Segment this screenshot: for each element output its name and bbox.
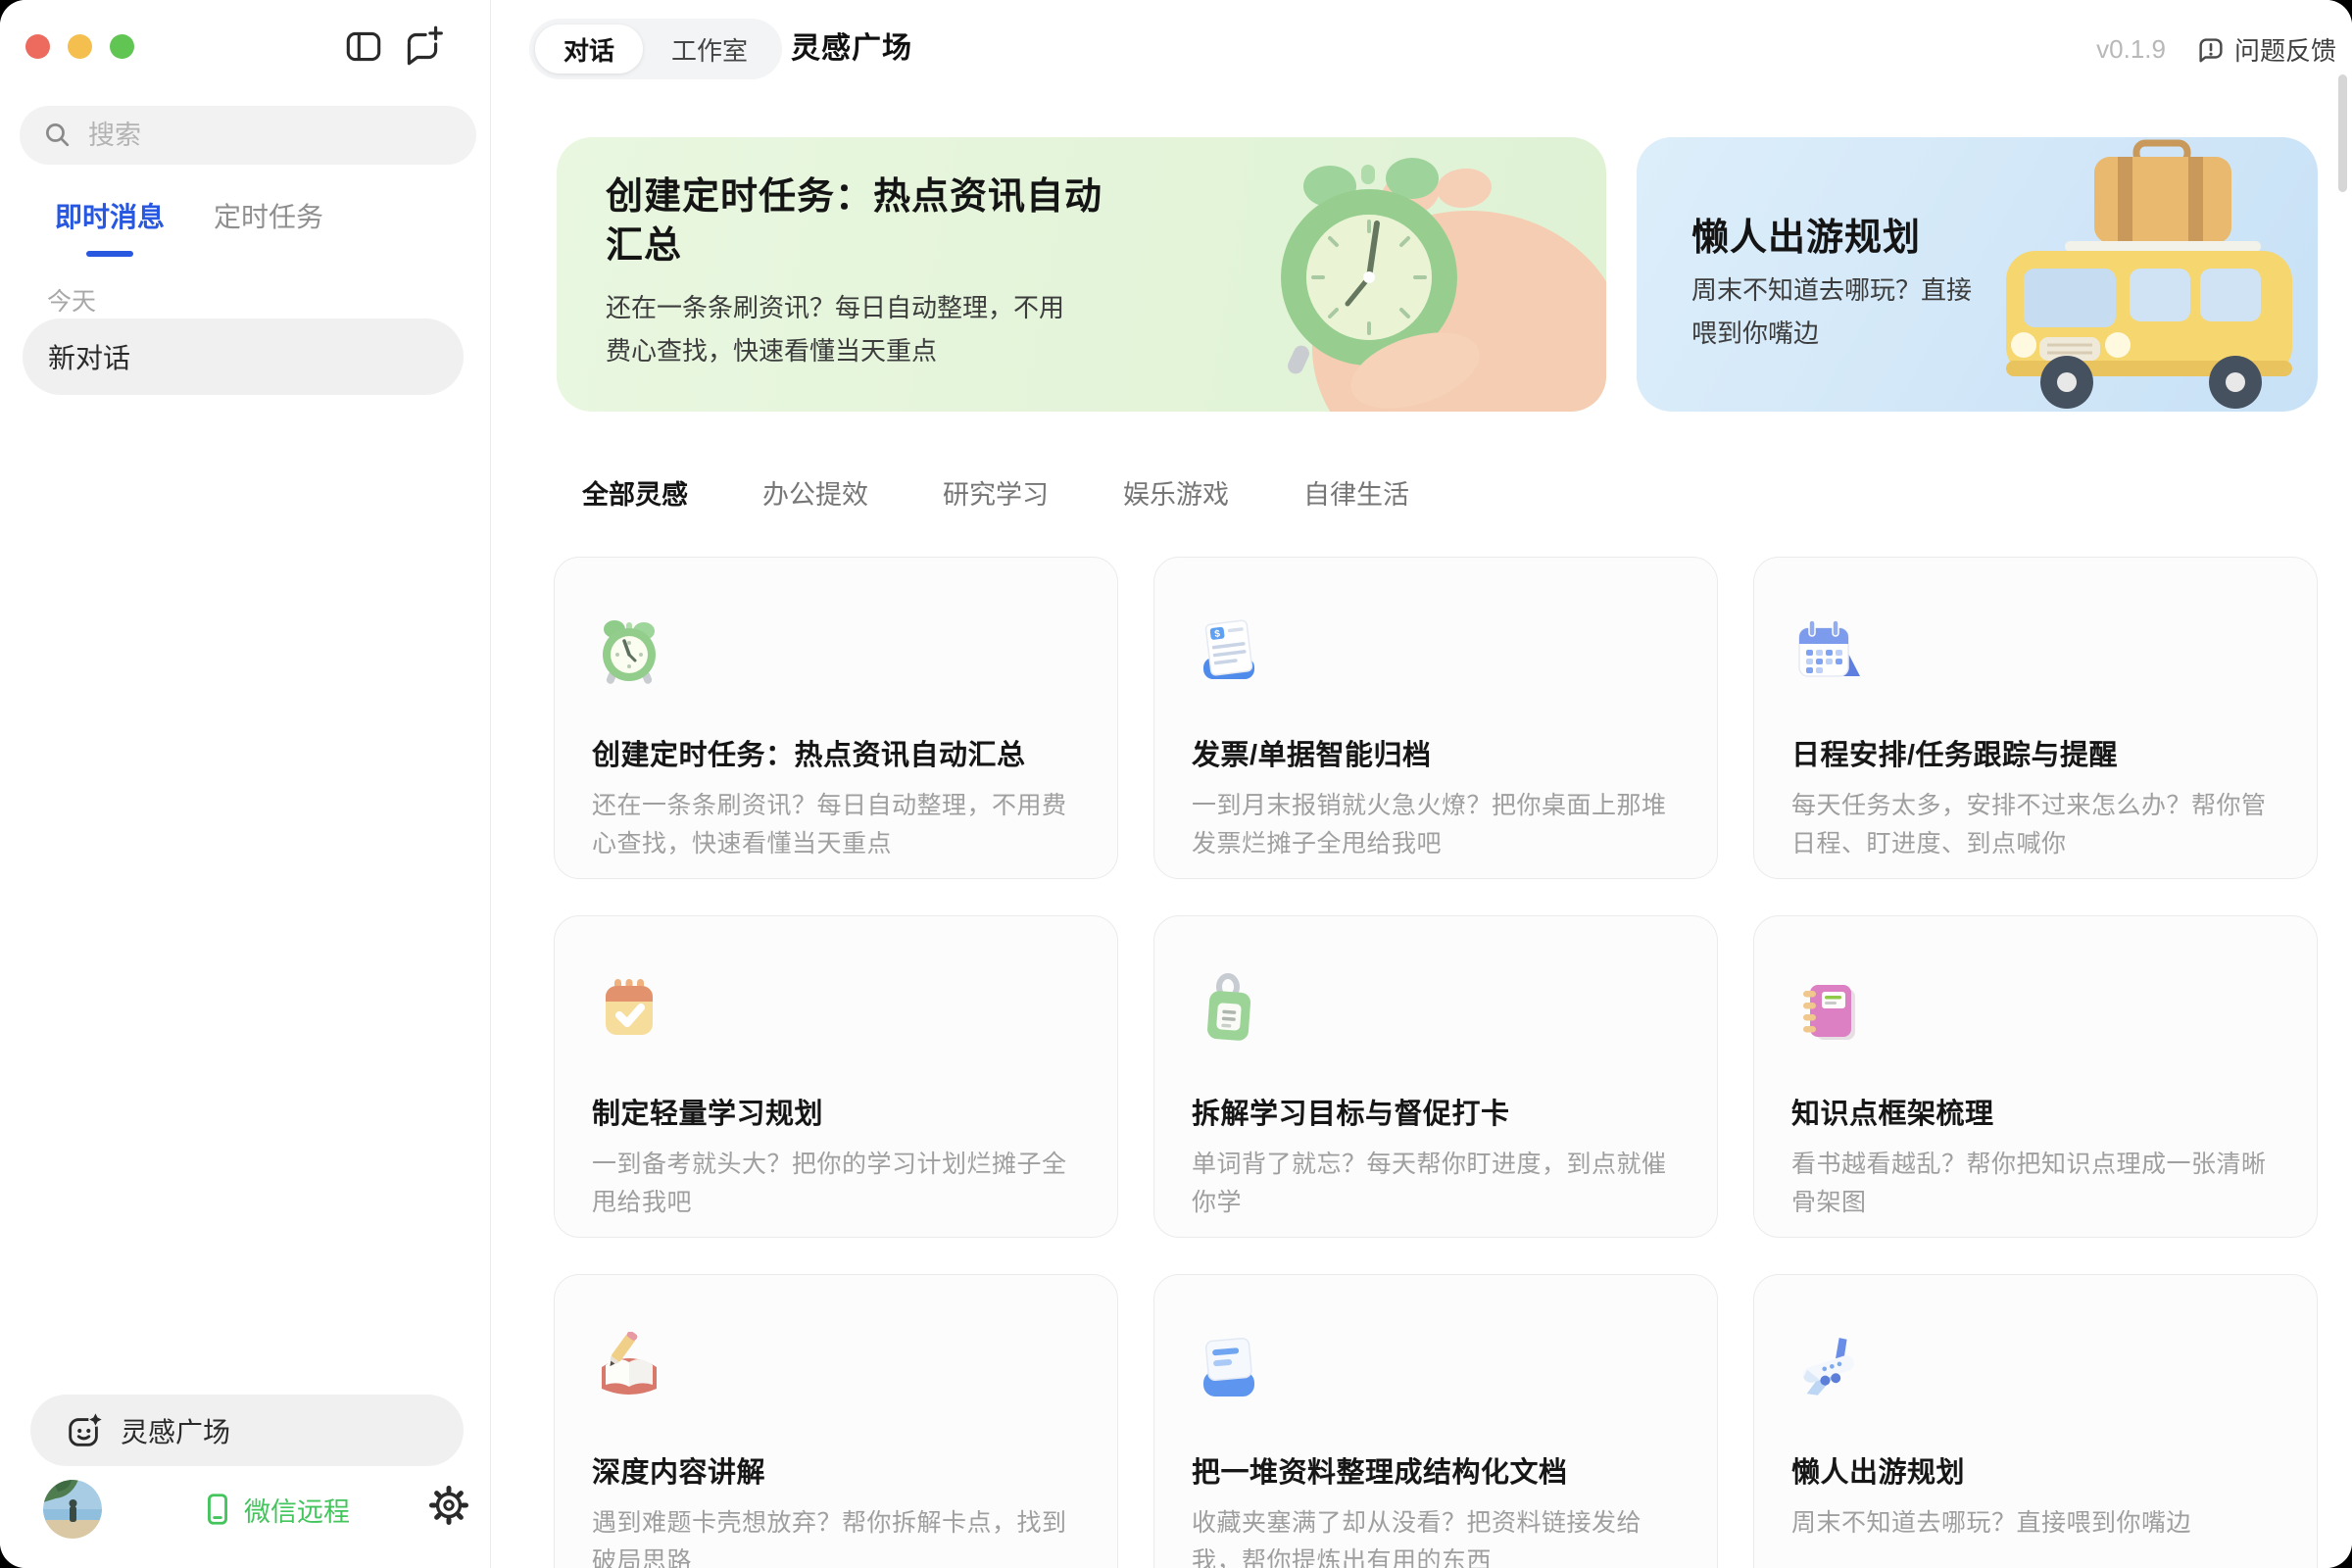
feedback-label: 问题反馈 — [2234, 31, 2336, 68]
inspiration-plaza-label: 灵感广场 — [121, 1411, 230, 1450]
inspiration-card[interactable]: $ 发票/单据智能归档 一到月末报销就火急火燎？把你桌面上那堆发票烂摊子全甩给我… — [1153, 557, 1718, 879]
card-desc: 周末不知道去哪玩？直接喂到你嘴边 — [1791, 1504, 2279, 1543]
card-desc: 一到备考就头大？把你的学习计划烂摊子全甩给我吧 — [592, 1146, 1080, 1222]
card-desc: 还在一条条刷资讯？每日自动整理，不用费心查找，快速看懂当天重点 — [592, 787, 1080, 863]
wechat-remote-status[interactable]: 微信远程 — [199, 1483, 350, 1536]
close-window-button[interactable] — [25, 34, 50, 59]
card-desc: 每天任务太多，安排不过来怎么办？帮你管日程、盯进度、到点喊你 — [1791, 787, 2279, 863]
card-title: 懒人出游规划 — [1791, 1449, 2279, 1491]
wechat-remote-label: 微信远程 — [244, 1491, 350, 1529]
card-title: 知识点框架梳理 — [1791, 1091, 2279, 1132]
category-tabs: 全部灵感 办公提效 研究学习 娱乐游戏 自律生活 — [582, 473, 1409, 512]
avatar-beach-photo — [43, 1480, 102, 1539]
sidebar-tab[interactable]: 即时消息 — [55, 196, 165, 249]
yellow-travel-bus-illustration — [1945, 137, 2318, 412]
banner-desc: 还在一条条刷资讯？每日自动整理，不用费心查找，快速看懂当天重点 — [606, 286, 1071, 372]
banner-scheduled-news[interactable]: 创建定时任务：热点资讯自动汇总 还在一条条刷资讯？每日自动整理，不用费心查找，快… — [557, 137, 1606, 412]
inspiration-card[interactable]: 懒人出游规划 周末不知道去哪玩？直接喂到你嘴边 — [1753, 1274, 2318, 1568]
banner-title: 创建定时任务：热点资讯自动汇总 — [606, 172, 1105, 270]
inspiration-card[interactable]: 把一堆资料整理成结构化文档 收藏夹塞满了却从没看？把资料链接发给我，帮你提炼出有… — [1153, 1274, 1718, 1568]
settings-button[interactable] — [426, 1483, 471, 1528]
conversation-item[interactable]: 新对话 — [23, 318, 464, 395]
category-tab[interactable]: 娱乐游戏 — [1123, 473, 1229, 512]
banner-title: 懒人出游规划 — [1691, 214, 2103, 263]
new-chat-icon — [400, 24, 445, 69]
card-title: 把一堆资料整理成结构化文档 — [1192, 1449, 1680, 1491]
conversation-date-label: 今天 — [47, 282, 96, 318]
search-field[interactable] — [86, 120, 443, 152]
inspiration-card[interactable]: 深度内容讲解 遇到难题卡壳想放弃？帮你拆解卡点，找到破局思路 — [554, 1274, 1118, 1568]
card-desc: 一到月末报销就火急火燎？把你桌面上那堆发票烂摊子全甩给我吧 — [1192, 787, 1680, 863]
toggle-sidebar-button[interactable] — [341, 24, 386, 69]
airplane-icon — [1791, 1332, 1866, 1406]
card-title: 制定轻量学习规划 — [592, 1091, 1080, 1132]
category-tab[interactable]: 办公提效 — [762, 473, 868, 512]
card-desc: 收藏夹塞满了却从没看？把资料链接发给我，帮你提炼出有用的东西 — [1192, 1504, 1680, 1568]
smiley-sparkle-icon — [64, 1410, 105, 1451]
inspiration-plaza-button[interactable]: 灵感广场 — [30, 1395, 464, 1466]
inspiration-card[interactable]: 拆解学习目标与督促打卡 单词背了就忘？每天帮你盯进度，到点就催你学 — [1153, 915, 1718, 1238]
search-input[interactable] — [20, 106, 476, 165]
card-desc: 看书越看越乱？帮你把知识点理成一张清晰骨架图 — [1791, 1146, 2279, 1222]
page-title-inspiration-plaza[interactable]: 灵感广场 — [791, 19, 912, 79]
inspiration-card[interactable]: 知识点框架梳理 看书越看越乱？帮你把知识点理成一张清晰骨架图 — [1753, 915, 2318, 1238]
book-pencil-icon — [592, 1332, 666, 1406]
mode-tab[interactable]: 工作室 — [643, 24, 776, 74]
window-controls — [25, 34, 134, 59]
alarm-clock-icon — [592, 614, 666, 689]
card-title: 发票/单据智能归档 — [1192, 732, 1680, 773]
scrollbar-thumb[interactable] — [2338, 74, 2347, 192]
hand-holding-alarm-clock-illustration — [1116, 137, 1606, 412]
tag-icon — [1192, 973, 1266, 1048]
inspiration-card-grid: 创建定时任务：热点资讯自动汇总 还在一条条刷资讯？每日自动整理，不用费心查找，快… — [554, 557, 2318, 1568]
inspiration-card[interactable]: 创建定时任务：热点资讯自动汇总 还在一条条刷资讯？每日自动整理，不用费心查找，快… — [554, 557, 1118, 879]
calendar-icon — [1791, 614, 1866, 689]
phone-icon — [199, 1491, 236, 1528]
feedback-bubble-icon — [2195, 33, 2227, 65]
sidebar-tab[interactable]: 定时任务 — [214, 196, 323, 249]
app-version: v0.1.9 — [2096, 34, 2166, 65]
conversation-list: 新对话 — [23, 318, 464, 395]
card-title: 日程安排/任务跟踪与提醒 — [1791, 732, 2279, 773]
category-tab[interactable]: 研究学习 — [943, 473, 1049, 512]
notebook-icon — [1791, 973, 1866, 1048]
mode-tab[interactable]: 对话 — [535, 24, 643, 74]
inspiration-card[interactable]: 制定轻量学习规划 一到备考就头大？把你的学习计划烂摊子全甩给我吧 — [554, 915, 1118, 1238]
search-icon — [41, 119, 74, 152]
invoice-icon: $ — [1192, 614, 1266, 689]
zoom-window-button[interactable] — [110, 34, 134, 59]
category-tab[interactable]: 自律生活 — [1303, 473, 1409, 512]
banner-lazy-travel[interactable]: 懒人出游规划 周末不知道去哪玩？直接喂到你嘴边 — [1637, 137, 2318, 412]
documents-icon — [1192, 1332, 1266, 1406]
new-chat-button[interactable] — [400, 24, 445, 69]
card-title: 拆解学习目标与督促打卡 — [1192, 1091, 1680, 1132]
card-title: 创建定时任务：热点资讯自动汇总 — [592, 732, 1080, 773]
category-tab[interactable]: 全部灵感 — [582, 473, 688, 512]
sidebar: 即时消息 定时任务 今天 新对话 灵感广场 — [0, 0, 491, 1568]
card-desc: 遇到难题卡壳想放弃？帮你拆解卡点，找到破局思路 — [592, 1504, 1080, 1568]
feedback-button[interactable]: 问题反馈 — [2195, 31, 2336, 68]
app-window: 即时消息 定时任务 今天 新对话 灵感广场 — [0, 0, 2352, 1568]
minimize-window-button[interactable] — [68, 34, 92, 59]
banner-desc: 周末不知道去哪玩？直接喂到你嘴边 — [1691, 269, 1995, 355]
inspiration-card[interactable]: 日程安排/任务跟踪与提醒 每天任务太多，安排不过来怎么办？帮你管日程、盯进度、到… — [1753, 557, 2318, 879]
user-avatar[interactable] — [43, 1480, 102, 1539]
calendar-check-icon — [592, 973, 666, 1048]
sidebar-tabs: 即时消息 定时任务 — [55, 196, 323, 249]
mode-segmented-control: 对话 工作室 — [529, 19, 782, 79]
gear-icon — [427, 1484, 470, 1527]
card-desc: 单词背了就忘？每天帮你盯进度，到点就催你学 — [1192, 1146, 1680, 1222]
sidebar-panel-icon — [341, 24, 386, 69]
card-title: 深度内容讲解 — [592, 1449, 1080, 1491]
main-content: 对话 工作室 灵感广场 v0.1.9 问题反馈 — [491, 0, 2352, 1568]
